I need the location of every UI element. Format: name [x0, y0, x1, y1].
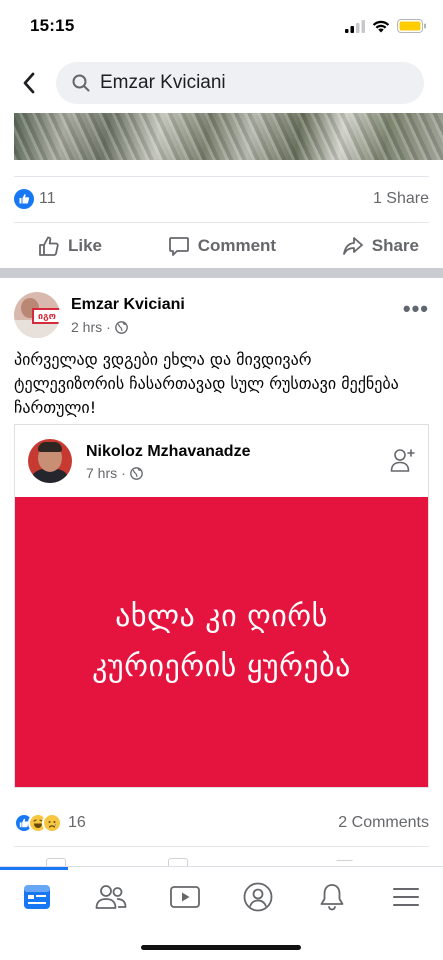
wifi-icon — [372, 20, 390, 32]
comment-label: Comment — [197, 236, 277, 255]
active-tab-indicator — [0, 867, 68, 870]
post-author[interactable]: Emzar Kviciani — [71, 296, 185, 314]
tab-watch[interactable] — [165, 879, 205, 915]
post-header: იგო Emzar Kviciani 2 hrs · ••• — [14, 288, 429, 344]
status-time: 15:15 — [30, 16, 75, 35]
tab-profile[interactable] — [238, 879, 278, 915]
search-icon — [72, 74, 90, 92]
watch-video-icon — [169, 886, 200, 908]
sad-reaction-icon — [42, 813, 62, 833]
divider — [14, 222, 429, 223]
comment-button[interactable]: Comment — [168, 235, 276, 257]
comment-count[interactable]: 2 Comments — [338, 814, 429, 832]
previous-post-reactions[interactable]: 11 1 Share — [14, 184, 429, 214]
globe-icon — [114, 320, 128, 334]
sad-face-icon — [48, 821, 57, 828]
search-input[interactable]: Emzar Kviciani — [56, 62, 424, 104]
tab-friends[interactable] — [91, 879, 131, 915]
feed-separator — [0, 268, 443, 278]
search-header: Emzar Kviciani — [0, 56, 443, 110]
card-text: ახლა კი ღირს კურიერის ყურება — [92, 592, 351, 692]
shared-author-avatar[interactable] — [28, 439, 72, 483]
shared-post-meta: 7 hrs · — [86, 465, 143, 481]
chevron-left-icon — [23, 72, 35, 94]
add-friend-icon — [390, 449, 415, 472]
meta-dot: · — [106, 319, 111, 335]
avatar-hair — [38, 442, 62, 452]
author-avatar[interactable]: იგო — [14, 292, 60, 338]
comment-icon — [168, 237, 189, 256]
divider — [14, 846, 429, 847]
reaction-count: 11 — [39, 190, 56, 207]
search-query: Emzar Kviciani — [100, 72, 226, 93]
tab-menu[interactable] — [386, 879, 426, 915]
add-friend-button[interactable] — [390, 447, 416, 478]
back-button[interactable] — [14, 66, 44, 100]
hamburger-menu-icon — [393, 888, 420, 906]
thumbs-up-icon — [39, 236, 59, 256]
shared-post-header: Nikoloz Mzhavanadze 7 hrs · — [15, 425, 428, 497]
post-time[interactable]: 2 hrs — [71, 319, 102, 335]
card-line-1: ახლა კი ღირს — [115, 599, 328, 634]
battery-icon — [397, 19, 426, 33]
share-count[interactable]: 1 Share — [373, 190, 429, 208]
tab-list — [0, 879, 443, 915]
more-options-button[interactable]: ••• — [403, 296, 429, 322]
reaction-count: 16 — [68, 814, 86, 831]
previous-post-photo[interactable] — [14, 113, 443, 160]
news-feed-icon — [23, 885, 50, 909]
shared-post[interactable]: Nikoloz Mzhavanadze 7 hrs · ახლა კი ღირს… — [14, 424, 429, 788]
bell-icon — [320, 884, 344, 911]
post-reactions[interactable]: 16 2 Comments — [14, 808, 429, 838]
home-indicator[interactable] — [141, 945, 301, 950]
share-label: Share — [371, 236, 419, 255]
share-button[interactable]: Share — [342, 235, 419, 257]
shared-text-card[interactable]: ახლა კი ღირს კურიერის ყურება — [15, 497, 428, 787]
tab-news-feed[interactable] — [17, 879, 57, 915]
globe-icon — [129, 466, 143, 480]
signal-icon — [345, 19, 365, 33]
profile-icon — [243, 882, 273, 912]
post-meta: 2 hrs · — [71, 319, 128, 335]
card-line-2: კურიერის ყურება — [92, 649, 351, 684]
like-label: Like — [68, 236, 103, 255]
status-bar: 15:15 — [0, 0, 443, 52]
divider — [14, 176, 429, 177]
previous-post-actions: Like Comment Share — [14, 224, 429, 268]
avatar-sign: იგო — [32, 308, 60, 324]
like-button[interactable]: Like — [38, 235, 102, 257]
like-reaction-icon — [14, 189, 34, 209]
shared-post-author[interactable]: Nikoloz Mzhavanadze — [86, 443, 250, 461]
bottom-tab-bar — [0, 866, 443, 960]
meta-dot: · — [121, 465, 126, 481]
post-text: პირველად ვდგები ეხლა და მივდივარ ტელევიზ… — [14, 350, 399, 417]
share-arrow-icon — [342, 237, 363, 255]
shared-post-time[interactable]: 7 hrs — [86, 465, 117, 481]
tab-notifications[interactable] — [312, 879, 352, 915]
friends-icon — [95, 885, 127, 909]
status-icons — [345, 19, 427, 33]
